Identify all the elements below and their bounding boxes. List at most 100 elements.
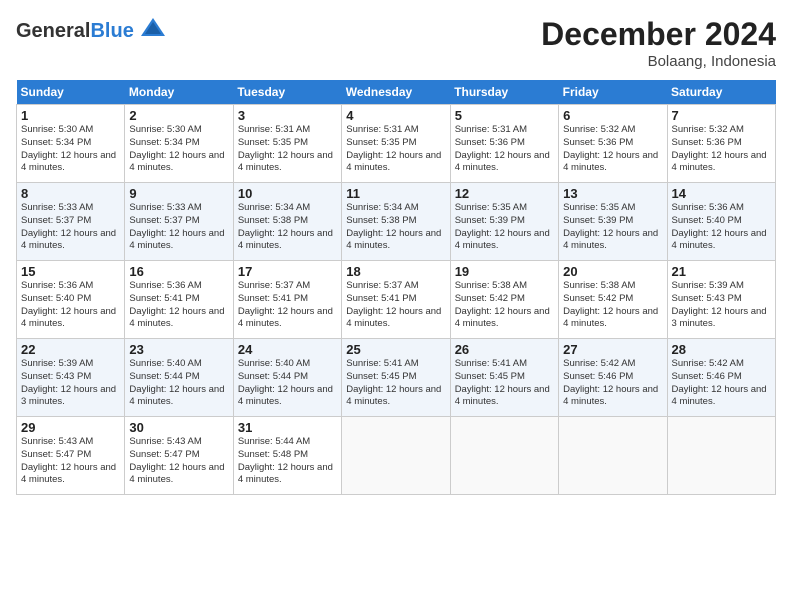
day-cell: 14Sunrise: 5:36 AMSunset: 5:40 PMDayligh… — [667, 183, 775, 261]
location: Bolaang, Indonesia — [541, 53, 776, 70]
day-number: 30 — [129, 420, 228, 435]
day-detail: Sunrise: 5:35 AMSunset: 5:39 PMDaylight:… — [563, 202, 662, 253]
day-detail: Sunrise: 5:32 AMSunset: 5:36 PMDaylight:… — [672, 124, 771, 175]
day-number: 21 — [672, 264, 771, 279]
day-cell: 6Sunrise: 5:32 AMSunset: 5:36 PMDaylight… — [559, 105, 667, 183]
day-cell: 29Sunrise: 5:43 AMSunset: 5:47 PMDayligh… — [17, 417, 125, 495]
logo: GeneralBlue — [16, 16, 167, 45]
day-number: 20 — [563, 264, 662, 279]
day-cell: 12Sunrise: 5:35 AMSunset: 5:39 PMDayligh… — [450, 183, 558, 261]
day-number: 14 — [672, 186, 771, 201]
day-number: 7 — [672, 108, 771, 123]
day-number: 12 — [455, 186, 554, 201]
day-number: 1 — [21, 108, 120, 123]
day-detail: Sunrise: 5:32 AMSunset: 5:36 PMDaylight:… — [563, 124, 662, 175]
day-detail: Sunrise: 5:40 AMSunset: 5:44 PMDaylight:… — [129, 358, 228, 409]
month-title: December 2024 — [541, 16, 776, 53]
day-detail: Sunrise: 5:40 AMSunset: 5:44 PMDaylight:… — [238, 358, 337, 409]
col-sunday: Sunday — [17, 80, 125, 105]
day-number: 24 — [238, 342, 337, 357]
day-cell: 3Sunrise: 5:31 AMSunset: 5:35 PMDaylight… — [233, 105, 341, 183]
day-detail: Sunrise: 5:44 AMSunset: 5:48 PMDaylight:… — [238, 436, 337, 487]
week-row-3: 15Sunrise: 5:36 AMSunset: 5:40 PMDayligh… — [17, 261, 776, 339]
col-tuesday: Tuesday — [233, 80, 341, 105]
day-number: 29 — [21, 420, 120, 435]
col-wednesday: Wednesday — [342, 80, 450, 105]
day-cell: 23Sunrise: 5:40 AMSunset: 5:44 PMDayligh… — [125, 339, 233, 417]
day-cell: 21Sunrise: 5:39 AMSunset: 5:43 PMDayligh… — [667, 261, 775, 339]
day-detail: Sunrise: 5:34 AMSunset: 5:38 PMDaylight:… — [238, 202, 337, 253]
day-number: 9 — [129, 186, 228, 201]
main-container: GeneralBlue December 2024 Bolaang, Indon… — [0, 0, 792, 612]
day-detail: Sunrise: 5:43 AMSunset: 5:47 PMDaylight:… — [129, 436, 228, 487]
day-cell — [667, 417, 775, 495]
header-row: Sunday Monday Tuesday Wednesday Thursday… — [17, 80, 776, 105]
day-detail: Sunrise: 5:31 AMSunset: 5:35 PMDaylight:… — [238, 124, 337, 175]
logo-icon — [139, 16, 167, 45]
day-detail: Sunrise: 5:38 AMSunset: 5:42 PMDaylight:… — [455, 280, 554, 331]
day-cell: 22Sunrise: 5:39 AMSunset: 5:43 PMDayligh… — [17, 339, 125, 417]
logo-general: General — [16, 20, 90, 42]
day-detail: Sunrise: 5:34 AMSunset: 5:38 PMDaylight:… — [346, 202, 445, 253]
day-detail: Sunrise: 5:41 AMSunset: 5:45 PMDaylight:… — [346, 358, 445, 409]
day-detail: Sunrise: 5:33 AMSunset: 5:37 PMDaylight:… — [129, 202, 228, 253]
day-cell: 2Sunrise: 5:30 AMSunset: 5:34 PMDaylight… — [125, 105, 233, 183]
day-cell: 24Sunrise: 5:40 AMSunset: 5:44 PMDayligh… — [233, 339, 341, 417]
title-block: December 2024 Bolaang, Indonesia — [541, 16, 776, 70]
day-number: 22 — [21, 342, 120, 357]
day-detail: Sunrise: 5:37 AMSunset: 5:41 PMDaylight:… — [238, 280, 337, 331]
day-number: 10 — [238, 186, 337, 201]
day-number: 25 — [346, 342, 445, 357]
day-number: 11 — [346, 186, 445, 201]
day-cell: 4Sunrise: 5:31 AMSunset: 5:35 PMDaylight… — [342, 105, 450, 183]
day-number: 2 — [129, 108, 228, 123]
day-cell: 26Sunrise: 5:41 AMSunset: 5:45 PMDayligh… — [450, 339, 558, 417]
day-detail: Sunrise: 5:31 AMSunset: 5:36 PMDaylight:… — [455, 124, 554, 175]
day-number: 4 — [346, 108, 445, 123]
day-cell — [342, 417, 450, 495]
week-row-4: 22Sunrise: 5:39 AMSunset: 5:43 PMDayligh… — [17, 339, 776, 417]
day-detail: Sunrise: 5:42 AMSunset: 5:46 PMDaylight:… — [563, 358, 662, 409]
day-detail: Sunrise: 5:39 AMSunset: 5:43 PMDaylight:… — [21, 358, 120, 409]
header: GeneralBlue December 2024 Bolaang, Indon… — [16, 16, 776, 70]
day-cell: 13Sunrise: 5:35 AMSunset: 5:39 PMDayligh… — [559, 183, 667, 261]
week-row-5: 29 Sunrise: 5:43 AMSunset: 5:47 PMDayligh… — [17, 417, 776, 495]
day-detail: Sunrise: 5:36 AMSunset: 5:40 PMDaylight:… — [21, 280, 120, 331]
day-number: 27 — [563, 342, 662, 357]
day-cell: 17Sunrise: 5:37 AMSunset: 5:41 PMDayligh… — [233, 261, 341, 339]
day-detail: Sunrise: 5:38 AMSunset: 5:42 PMDaylight:… — [563, 280, 662, 331]
logo-blue: Blue — [90, 20, 133, 42]
day-cell: 19Sunrise: 5:38 AMSunset: 5:42 PMDayligh… — [450, 261, 558, 339]
day-cell: 1Sunrise: 5:30 AMSunset: 5:34 PMDaylight… — [17, 105, 125, 183]
col-thursday: Thursday — [450, 80, 558, 105]
day-cell: 27Sunrise: 5:42 AMSunset: 5:46 PMDayligh… — [559, 339, 667, 417]
day-cell: 15Sunrise: 5:36 AMSunset: 5:40 PMDayligh… — [17, 261, 125, 339]
day-number: 16 — [129, 264, 228, 279]
col-saturday: Saturday — [667, 80, 775, 105]
day-number: 31 — [238, 420, 337, 435]
day-detail: Sunrise: 5:37 AMSunset: 5:41 PMDaylight:… — [346, 280, 445, 331]
day-detail: Sunrise: 5:42 AMSunset: 5:46 PMDaylight:… — [672, 358, 771, 409]
day-cell: 11Sunrise: 5:34 AMSunset: 5:38 PMDayligh… — [342, 183, 450, 261]
day-number: 23 — [129, 342, 228, 357]
day-cell: 31Sunrise: 5:44 AMSunset: 5:48 PMDayligh… — [233, 417, 341, 495]
day-cell — [450, 417, 558, 495]
week-row-1: 1 Sunrise: 5:30 AMSunset: 5:34 PMDaylight… — [17, 105, 776, 183]
day-cell: 5Sunrise: 5:31 AMSunset: 5:36 PMDaylight… — [450, 105, 558, 183]
day-number: 13 — [563, 186, 662, 201]
day-detail: Sunrise: 5:33 AMSunset: 5:37 PMDaylight:… — [21, 202, 120, 253]
day-detail: Sunrise: 5:36 AMSunset: 5:40 PMDaylight:… — [672, 202, 771, 253]
day-number: 28 — [672, 342, 771, 357]
day-detail: Sunrise: 5:41 AMSunset: 5:45 PMDaylight:… — [455, 358, 554, 409]
day-cell: 28Sunrise: 5:42 AMSunset: 5:46 PMDayligh… — [667, 339, 775, 417]
day-number: 8 — [21, 186, 120, 201]
day-cell: 9Sunrise: 5:33 AMSunset: 5:37 PMDaylight… — [125, 183, 233, 261]
day-number: 17 — [238, 264, 337, 279]
day-cell: 30Sunrise: 5:43 AMSunset: 5:47 PMDayligh… — [125, 417, 233, 495]
col-monday: Monday — [125, 80, 233, 105]
day-detail: Sunrise: 5:39 AMSunset: 5:43 PMDaylight:… — [672, 280, 771, 331]
day-cell — [559, 417, 667, 495]
day-number: 6 — [563, 108, 662, 123]
day-detail: Sunrise: 5:30 AMSunset: 5:34 PMDaylight:… — [129, 124, 228, 175]
calendar-table: Sunday Monday Tuesday Wednesday Thursday… — [16, 80, 776, 495]
